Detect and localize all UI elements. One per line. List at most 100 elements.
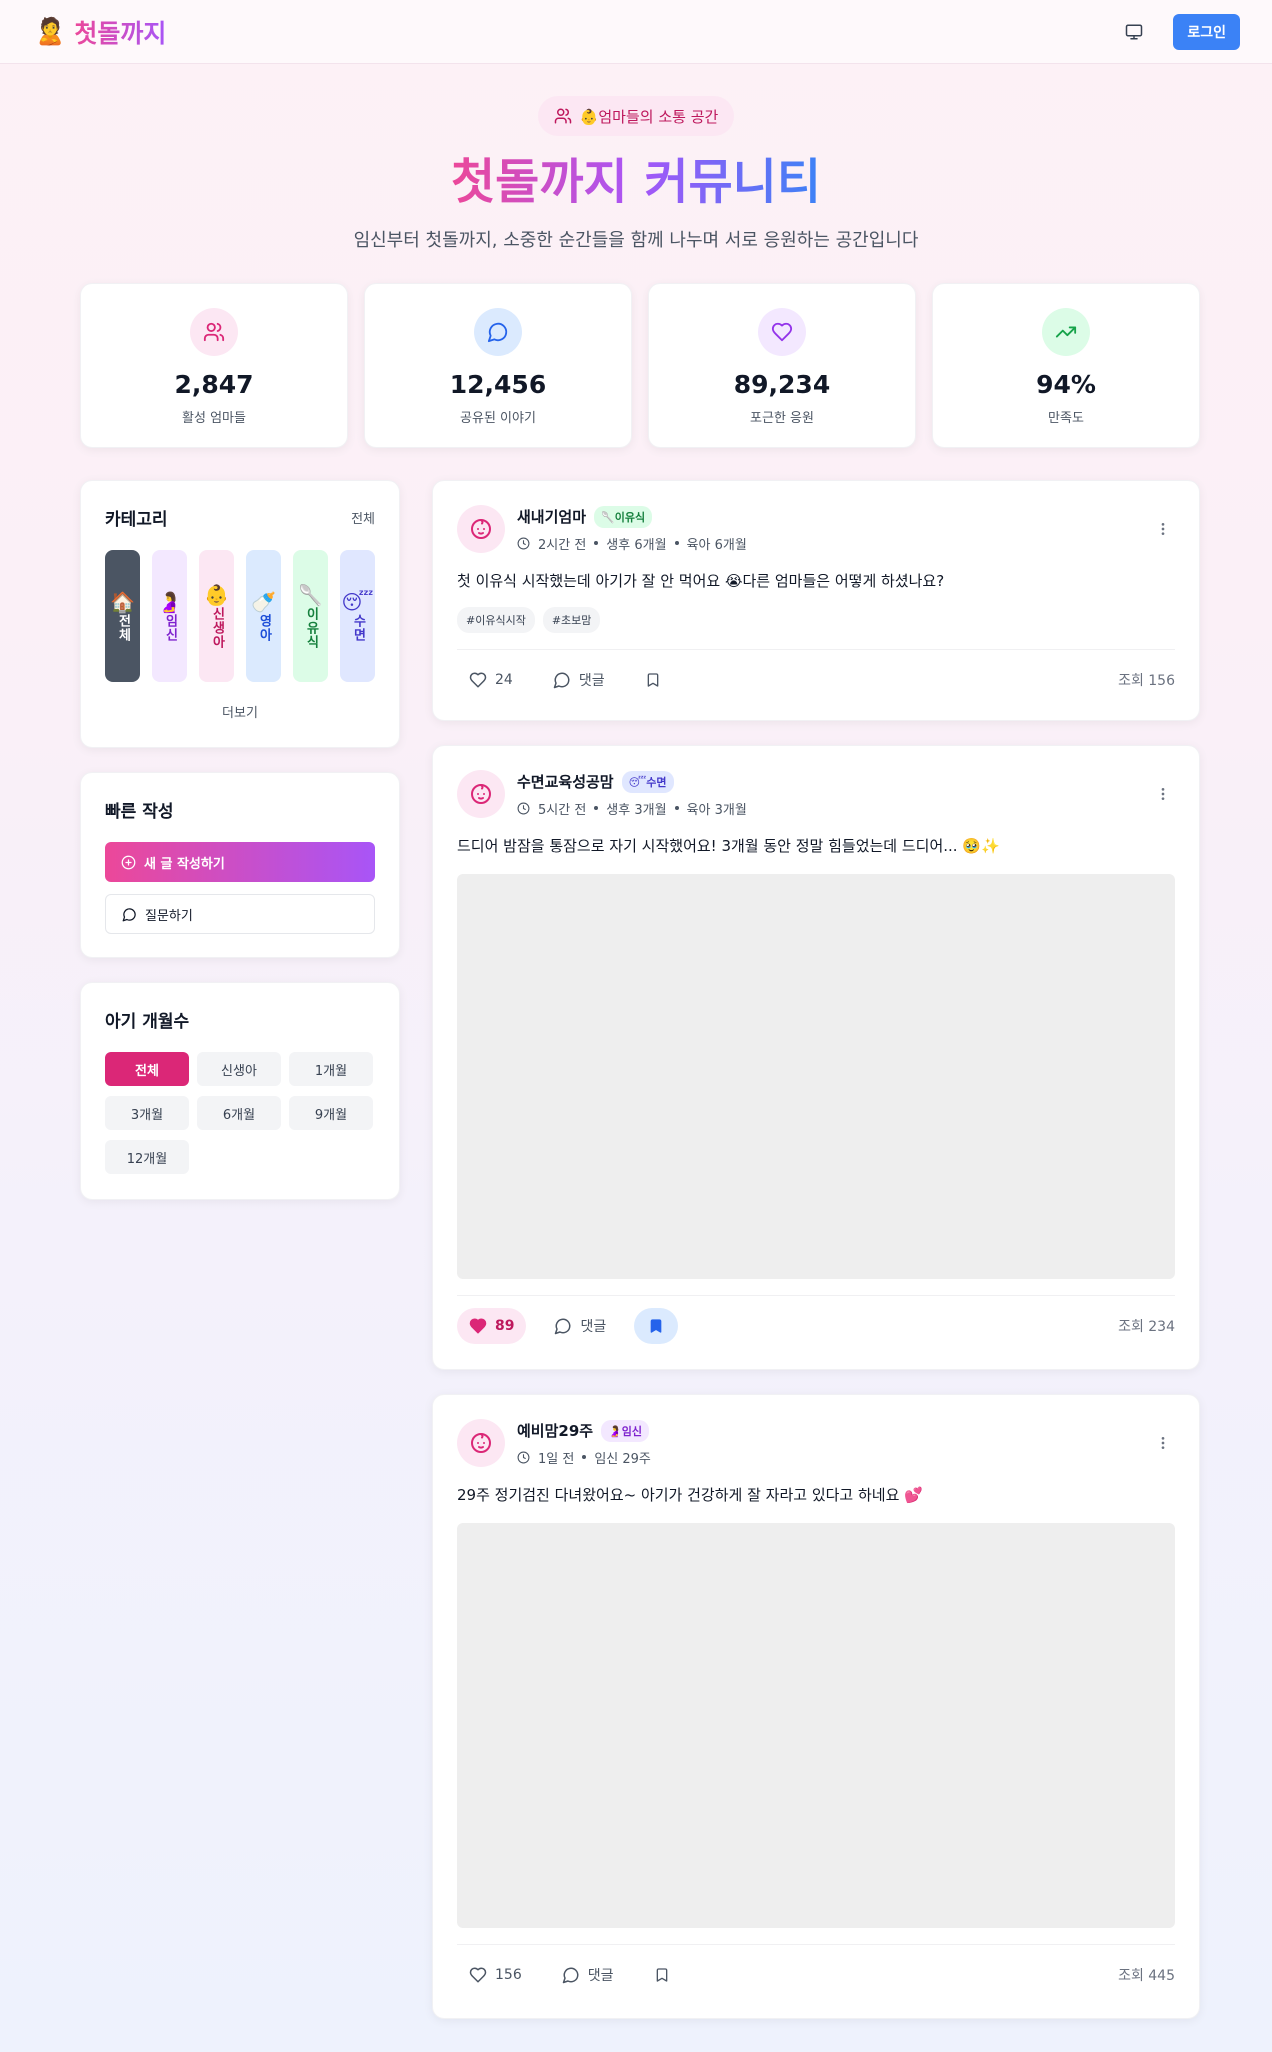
category-label: 수면 [350,614,366,642]
view-count: 조회 234 [1118,1319,1175,1335]
comment-label: 댓글 [578,673,605,689]
post-time: 1일 전 [538,1451,575,1467]
comment-button[interactable]: 댓글 [542,1308,618,1344]
bookmark-button[interactable] [633,662,673,698]
more-options-icon[interactable] [1151,517,1175,541]
hashtag[interactable]: #초보맘 [542,607,601,633]
stat-card-cheers: 89,234 포근한 응원 [648,283,916,448]
bookmark-filled-icon [650,1319,662,1333]
category-all[interactable]: 🏠 전체 [105,550,140,682]
like-button[interactable]: 89 [457,1308,527,1344]
comment-icon [555,1318,571,1335]
like-button[interactable]: 24 [457,662,525,698]
logo[interactable]: 🙎 첫돌까지 [34,14,166,50]
stat-value: 89,234 [733,370,831,399]
pregnant-icon: 🤰 [157,590,182,614]
age-chip-9m[interactable]: 9개월 [289,1096,373,1130]
stat-label: 만족도 [1048,411,1084,426]
baby-face-icon [471,784,491,804]
age-chip-all[interactable]: 전체 [105,1052,189,1086]
age-chip-12m[interactable]: 12개월 [105,1140,189,1174]
top-nav: 🙎 첫돌까지 로그인 [0,0,1272,64]
comment-button[interactable]: 댓글 [550,1957,626,1993]
view-count: 조회 445 [1118,1968,1175,1984]
category-card: 카테고리 전체 🏠 전체 🤰 임신 👶 신생아 🍼 영아 🥄 이유식 😴 수면 … [80,480,400,748]
baby-age-card: 아기 개월수 전체 신생아 1개월 3개월 6개월 9개월 12개월 [80,982,400,1200]
plus-circle-icon [121,855,136,869]
bottle-icon: 🍼 [251,590,276,614]
stats-row: 2,847 활성 엄마들 12,456 공유된 이야기 89,234 포근한 응… [80,283,1200,448]
post-image[interactable] [457,1523,1175,1928]
message-icon [122,907,136,921]
post-body: 29주 정기검진 다녀왔어요~ 아기가 건강하게 잘 자라고 있다고 하네요 💕 [457,1486,923,1504]
sleeping-face-icon: 😴 [341,590,374,614]
heart-icon [758,308,806,356]
category-pregnancy[interactable]: 🤰 임신 [152,550,187,682]
post-time: 5시간 전 [538,802,587,818]
avatar[interactable] [457,505,505,553]
ask-question-button[interactable]: 질문하기 [105,894,375,934]
age-chip-1m[interactable]: 1개월 [289,1052,373,1086]
login-button[interactable]: 로그인 [1173,13,1240,50]
stat-card-satisfaction: 94% 만족도 [932,283,1200,448]
age-chip-3m[interactable]: 3개월 [105,1096,189,1130]
stat-card-stories: 12,456 공유된 이야기 [364,283,632,448]
bookmark-icon [656,1968,667,1982]
ask-question-label: 질문하기 [145,908,193,924]
hashtag[interactable]: #이유식시작 [457,607,535,633]
users-icon [554,108,571,124]
page-title: 첫돌까지 커뮤니티 [451,154,821,210]
quick-write-card: 빠른 작성 새 글 작성하기 질문하기 [80,772,400,958]
parenting-duration: 육아 6개월 [686,537,747,553]
category-newborn[interactable]: 👶 신생아 [199,550,234,682]
stat-value: 12,456 [449,370,547,399]
new-post-button[interactable]: 새 글 작성하기 [105,842,375,882]
author-name[interactable]: 새내기엄마 [517,506,586,527]
heart-filled-icon [469,1318,487,1334]
category-infant[interactable]: 🍼 영아 [246,550,281,682]
author-name[interactable]: 예비맘29주 [517,1420,593,1441]
avatar[interactable] [457,770,505,818]
baby-age-title: 아기 개월수 [105,1012,190,1032]
message-icon [474,308,522,356]
stat-label: 포근한 응원 [750,411,814,426]
bookmark-button[interactable] [634,1308,679,1344]
more-options-icon[interactable] [1151,1431,1175,1455]
category-more-link[interactable]: 더보기 [105,702,375,721]
view-count: 조회 156 [1118,673,1175,689]
heart-icon [469,672,487,688]
category-baby-food[interactable]: 🥄 이유식 [293,550,328,682]
like-count: 89 [495,1318,515,1334]
like-button[interactable]: 156 [457,1957,534,1993]
category-label: 이유식 [303,607,319,649]
spoon-icon: 🥄 [298,583,323,607]
more-options-icon[interactable] [1151,782,1175,806]
category-list: 🏠 전체 🤰 임신 👶 신생아 🍼 영아 🥄 이유식 😴 수면 [105,550,375,682]
category-sleep[interactable]: 😴 수면 [340,550,375,682]
baby-age: 생후 3개월 [606,802,667,818]
monitor-icon[interactable] [1117,15,1151,49]
avatar[interactable] [457,1419,505,1467]
comment-label: 댓글 [587,1968,614,1984]
post-image[interactable] [457,874,1175,1279]
category-label: 전체 [115,614,131,642]
comment-button[interactable]: 댓글 [541,662,617,698]
age-chip-6m[interactable]: 6개월 [197,1096,281,1130]
age-filter-grid: 전체 신생아 1개월 3개월 6개월 9개월 12개월 [105,1052,375,1174]
stat-value: 2,847 [174,370,254,399]
baby-face-icon [471,519,491,539]
logo-emoji-icon: 🙎 [34,16,67,47]
bookmark-icon [647,673,658,687]
category-all-link[interactable]: 전체 [351,508,375,527]
hero-badge: 👶엄마들의 소통 공간 [537,96,735,136]
post-card: 새내기엄마 🥄이유식 2시간 전 생후 6개월 육아 6개월 첫 이유식 시작했… [432,480,1200,721]
age-chip-newborn[interactable]: 신생아 [197,1052,281,1086]
new-post-label: 새 글 작성하기 [144,856,225,872]
bookmark-button[interactable] [642,1957,682,1993]
stat-label: 공유된 이야기 [460,411,536,426]
heart-icon [469,1967,487,1983]
baby-emoji-icon: 👶 [579,107,599,126]
author-name[interactable]: 수면교육성공맘 [517,771,614,792]
category-tag: 🥄이유식 [594,505,653,528]
category-label: 신생아 [209,607,225,649]
